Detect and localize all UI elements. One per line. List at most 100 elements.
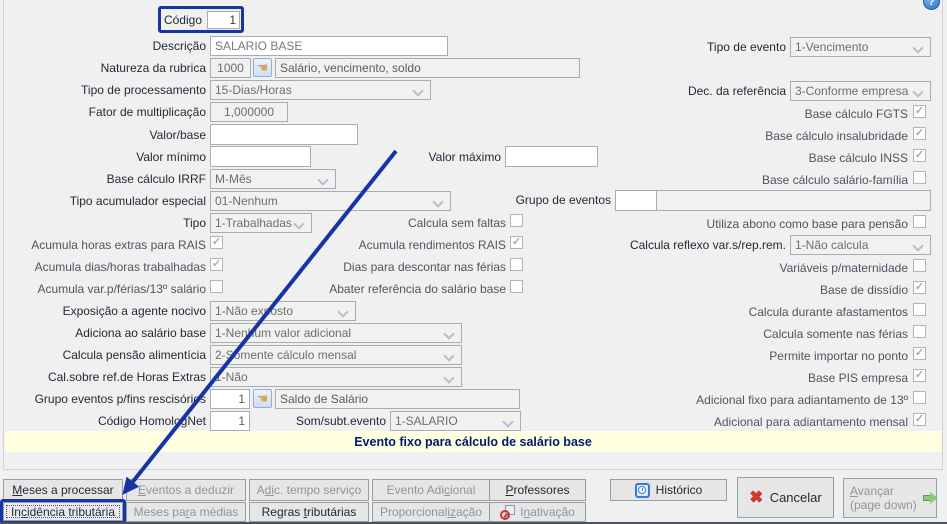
pensao-dropdown[interactable]: 2-Somente cálculo mensal: [210, 345, 462, 365]
permite-importar-checkbox[interactable]: ✓: [913, 347, 926, 360]
button-label: Meses a processar: [12, 483, 114, 497]
homolognet-label: Código HomologNet: [97, 414, 206, 428]
fator-input[interactable]: 1,000000: [210, 102, 288, 122]
eventos-a-deduzir-button[interactable]: Eventos a deduzir: [126, 479, 246, 501]
adiciona-salario-dropdown[interactable]: 1-Nenhum valor adicional: [210, 323, 462, 343]
meses-para-medias-button[interactable]: Meses para médias: [126, 502, 246, 522]
inativacao-button[interactable]: Inativação: [489, 502, 586, 522]
dec-referencia-dropdown[interactable]: 3-Conforme empresa: [790, 81, 931, 101]
base-dissidio-checkbox[interactable]: ✓: [913, 281, 926, 294]
adicional-13-checkbox[interactable]: [913, 391, 926, 404]
valor-minimo-input[interactable]: [210, 146, 311, 167]
fgts-label: Base cálculo FGTS: [804, 107, 908, 121]
adic-tempo-servico-button[interactable]: Adic. tempo serviço: [249, 479, 369, 501]
cancelar-button[interactable]: ✖ Cancelar: [737, 477, 834, 518]
grupo-rescisorios-code-input[interactable]: 1: [210, 389, 250, 409]
pensao-label: Calcula pensão alimentícia: [62, 348, 206, 362]
calcula-sem-faltas-label: Calcula sem faltas: [407, 216, 506, 230]
avancar-button[interactable]: Avançar (page down): [843, 478, 938, 518]
acumula-he-rais-label: Acumula horas extras para RAIS: [31, 238, 206, 252]
natureza-desc-field: Salário, vencimento, soldo: [275, 58, 580, 78]
info-banner-text: Evento fixo para cálculo de salário base: [354, 434, 592, 449]
tipo-evento-value: 1-Vencimento: [795, 40, 869, 54]
acumula-rend-rais-checkbox[interactable]: ✓: [510, 236, 523, 249]
fator-value: 1,000000: [223, 105, 275, 119]
checkmark: ✓: [914, 127, 925, 139]
descricao-input[interactable]: SALARIO BASE: [210, 36, 448, 56]
checkmark: ✓: [914, 369, 925, 381]
tipo-processamento-dropdown[interactable]: 15-Dias/Horas: [210, 80, 431, 100]
info-banner: Evento fixo para cálculo de salário base: [5, 431, 941, 452]
dias-descontar-checkbox[interactable]: [510, 258, 523, 271]
meses-a-processar-button[interactable]: Meses a processar: [3, 479, 123, 501]
tipo-acumulador-dropdown[interactable]: 01-Nenhum: [210, 191, 451, 211]
variaveis-maternidade-checkbox[interactable]: [913, 259, 926, 272]
incidencia-highlight-box: Incidência tributária: [0, 499, 126, 524]
acumula-var-ferias-label: Acumula var.p/férias/13º salário: [37, 282, 206, 296]
valor-maximo-input[interactable]: [505, 146, 598, 167]
exposicao-label: Exposição a agente nocivo: [62, 304, 206, 318]
dec-referencia-value: 3-Conforme empresa: [795, 84, 909, 98]
adicional-mensal-label: Adicional para adiantamento mensal: [713, 415, 908, 429]
inss-checkbox[interactable]: ✓: [913, 149, 926, 162]
som-subt-dropdown[interactable]: 1-SALARIO: [390, 411, 521, 431]
calcula-afastamentos-checkbox[interactable]: [913, 303, 926, 316]
panel-bottom-edge: [3, 469, 943, 470]
button-label: Meses para médias: [133, 505, 239, 519]
acumula-dias-checkbox[interactable]: ✓: [210, 258, 223, 271]
checkmark: ✓: [211, 236, 222, 248]
inss-label: Base cálculo INSS: [808, 151, 908, 165]
acumula-he-rais-checkbox[interactable]: ✓: [210, 236, 223, 249]
checkmark: ✓: [914, 105, 925, 117]
checkmark: ✓: [914, 149, 925, 161]
natureza-label: Natureza da rubrica: [100, 61, 206, 75]
adicional-mensal-checkbox[interactable]: ✓: [913, 413, 926, 426]
homolognet-input[interactable]: 1: [210, 411, 250, 431]
cal-horas-extras-value: 1-Não: [215, 370, 248, 384]
tipo-evento-dropdown[interactable]: 1-Vencimento: [790, 37, 931, 57]
salario-familia-checkbox[interactable]: [913, 171, 926, 184]
grupo-eventos-code-input[interactable]: [615, 190, 657, 211]
tipo-acumulador-value: 01-Nenhum: [215, 194, 278, 208]
professores-button[interactable]: Professores: [489, 479, 586, 501]
acumula-var-ferias-checkbox[interactable]: [210, 280, 223, 293]
calcula-reflexo-dropdown[interactable]: 1-Não calcula: [790, 235, 931, 255]
evento-adicional-button[interactable]: Evento Adicional: [372, 479, 490, 501]
calcula-sem-faltas-checkbox[interactable]: [510, 214, 523, 227]
cal-horas-extras-label: Cal.sobre ref.de Horas Extras: [47, 370, 206, 384]
grupo-rescisorios-lookup-hand-icon[interactable]: ☚: [253, 389, 272, 408]
tipo-processamento-value: 15-Dias/Horas: [215, 83, 292, 97]
panel-left-edge: [3, 0, 4, 469]
grupo-rescisorios-desc-value: Saldo de Salário: [280, 392, 369, 406]
insalubridade-checkbox[interactable]: ✓: [913, 127, 926, 140]
cancel-x-icon: ✖: [749, 488, 763, 506]
base-irrf-dropdown[interactable]: M-Mês: [210, 169, 336, 189]
proporcionalizacao-button[interactable]: Proporcionalização: [372, 502, 490, 522]
hand-glyph: ☚: [256, 391, 269, 406]
utiliza-abono-checkbox[interactable]: [913, 215, 926, 228]
incidencia-tributaria-button[interactable]: Incidência tributária: [3, 502, 123, 521]
natureza-lookup-hand-icon[interactable]: ☚: [253, 58, 272, 77]
cal-horas-extras-dropdown[interactable]: 1-Não: [210, 367, 462, 387]
valor-base-input[interactable]: [210, 124, 358, 145]
grupo-rescisorios-code-value: 1: [238, 392, 245, 406]
historico-button[interactable]: Histórico: [610, 479, 727, 501]
tipo-value: 1-Trabalhadas: [215, 216, 292, 230]
grupo-rescisorios-desc-field: Saldo de Salário: [275, 389, 520, 409]
fgts-checkbox[interactable]: ✓: [913, 105, 926, 118]
tipo-dropdown[interactable]: 1-Trabalhadas: [210, 213, 312, 233]
regras-tributarias-button[interactable]: Regras tributárias: [249, 502, 369, 522]
adiciona-salario-value: 1-Nenhum valor adicional: [215, 326, 352, 340]
codigo-input[interactable]: 1: [207, 10, 240, 29]
descricao-value: SALARIO BASE: [215, 39, 303, 53]
abater-referencia-checkbox[interactable]: [510, 280, 523, 293]
help-icon[interactable]: ?: [923, 0, 940, 10]
button-label: Avançar (page down): [850, 484, 917, 512]
calcula-reflexo-value: 1-Não calcula: [795, 238, 869, 252]
exposicao-dropdown[interactable]: 1-Não exposto: [210, 301, 356, 321]
acumula-dias-label: Acumula dias/horas trabalhadas: [34, 260, 206, 274]
tipo-processamento-label: Tipo de processamento: [81, 83, 206, 97]
natureza-code-input[interactable]: 1000: [210, 58, 251, 78]
base-pis-checkbox[interactable]: ✓: [913, 369, 926, 382]
calcula-somente-ferias-checkbox[interactable]: [913, 325, 926, 338]
